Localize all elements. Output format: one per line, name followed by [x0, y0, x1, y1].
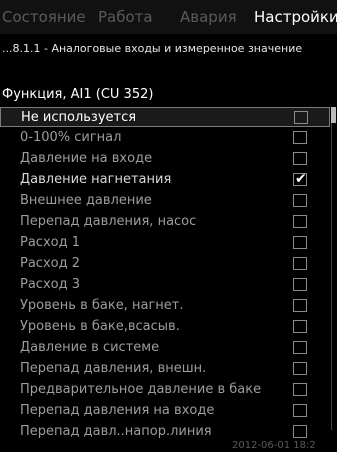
checkbox[interactable]: [293, 257, 307, 270]
checkbox[interactable]: [293, 425, 307, 438]
checkbox[interactable]: [293, 299, 307, 312]
list-item-label: Перепад давл..напор.линия: [20, 424, 212, 439]
checkmark-icon: ✔: [295, 171, 307, 187]
page-title: Функция, AI1 (CU 352): [2, 87, 154, 102]
list-item[interactable]: 0-100% сигнал: [0, 128, 330, 148]
checkbox[interactable]: [293, 131, 307, 144]
list-item[interactable]: Внешнее давление: [0, 191, 330, 211]
checkbox[interactable]: [293, 236, 307, 249]
list-item[interactable]: Давление на входе: [0, 149, 330, 169]
list-item-label: Уровень в баке, нагнет.: [20, 298, 184, 313]
checkbox[interactable]: [293, 404, 307, 417]
tab-operation[interactable]: Работа: [98, 8, 153, 26]
list-item-label: Уровень в баке,всасыв.: [20, 319, 180, 334]
checkbox[interactable]: [293, 341, 307, 354]
list-item-label: Внешнее давление: [20, 193, 152, 208]
timestamp: 2012-06-01 18:2: [232, 440, 316, 451]
list-item[interactable]: Не используется: [0, 107, 330, 127]
checkbox[interactable]: [293, 152, 307, 165]
list-item[interactable]: Давление нагнетания ✔: [0, 170, 330, 190]
list-item[interactable]: Уровень в баке, нагнет.: [0, 296, 330, 316]
checkbox[interactable]: [293, 320, 307, 333]
list-item[interactable]: Уровень в баке,всасыв.: [0, 317, 330, 337]
list-item[interactable]: Предварительное давление в баке: [0, 380, 330, 400]
checkbox[interactable]: [293, 215, 307, 228]
list-item[interactable]: Перепад давл..напор.линия: [0, 422, 330, 442]
tab-bar: Состояние Работа Авария Настройки: [0, 0, 337, 34]
list-item[interactable]: Давление в системе: [0, 338, 330, 358]
tab-alarm[interactable]: Авария: [180, 8, 237, 26]
list-item[interactable]: Расход 3: [0, 275, 330, 295]
list-item-label: Давление на входе: [20, 151, 153, 166]
list-item-label: Перепад давления, внешн.: [20, 361, 207, 376]
breadcrumb: ...8.1.1 - Аналоговые входы и измеренное…: [2, 42, 303, 55]
list-item[interactable]: Расход 2: [0, 254, 330, 274]
checkbox[interactable]: [294, 111, 308, 124]
list-item-label: Предварительное давление в баке: [20, 382, 262, 397]
list-item-label: Давление в системе: [20, 340, 160, 355]
tab-settings[interactable]: Настройки: [254, 8, 337, 26]
list-item[interactable]: Перепад давления, внешн.: [0, 359, 330, 379]
list-item-label: Перепад давления на входе: [20, 403, 215, 418]
list-item-label: Давление нагнетания: [20, 172, 172, 187]
checkbox[interactable]: [293, 362, 307, 375]
tab-status[interactable]: Состояние: [2, 8, 86, 26]
list-item-label: Расход 1: [20, 235, 80, 250]
checkbox[interactable]: [293, 383, 307, 396]
list-item-label: Перепад давления, насос: [20, 214, 197, 229]
list-item-label: Расход 2: [20, 256, 80, 271]
list-item-label: Не используется: [21, 110, 137, 125]
scrollbar-thumb[interactable]: [331, 107, 336, 123]
list-item[interactable]: Перепад давления на входе: [0, 401, 330, 421]
list-item[interactable]: Расход 1: [0, 233, 330, 253]
list-item-label: Расход 3: [20, 277, 80, 292]
option-list: Не используется 0-100% сигнал Давление на …: [0, 107, 330, 443]
checkbox[interactable]: [293, 278, 307, 291]
list-item-label: 0-100% сигнал: [20, 130, 122, 145]
checkbox[interactable]: ✔: [293, 171, 307, 187]
checkbox[interactable]: [293, 194, 307, 207]
list-item[interactable]: Перепад давления, насос: [0, 212, 330, 232]
scrollbar-track[interactable]: [331, 107, 336, 430]
